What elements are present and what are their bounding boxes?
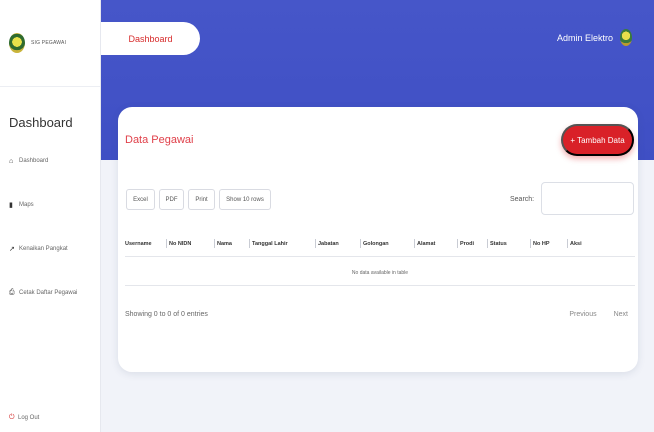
- pagination: Previous Next: [569, 311, 628, 318]
- print-icon: ⎙: [9, 289, 15, 296]
- show-rows-button[interactable]: Show 10 rows: [219, 189, 271, 210]
- brand[interactable]: SIG PEGAWAI: [0, 0, 100, 87]
- column-header-tanggal-lahir[interactable]: Tanggal Lahir: [252, 239, 318, 248]
- column-header-username[interactable]: Username: [125, 239, 169, 248]
- card-title: Data Pegawai: [125, 134, 194, 146]
- sidebar-item-label: Cetak Daftar Pegawai: [19, 290, 78, 296]
- column-header-golongan[interactable]: Golongan: [363, 239, 417, 248]
- sidebar-item-maps[interactable]: ▮ Maps: [0, 199, 100, 211]
- table-empty-row: No data available in table: [125, 260, 635, 286]
- sidebar-title: Dashboard: [9, 115, 73, 130]
- home-icon: ⌂: [9, 157, 14, 165]
- brand-logo-icon: [9, 33, 25, 53]
- sidebar-item-dashboard[interactable]: ⌂ Dashboard: [0, 155, 100, 167]
- user-menu[interactable]: Admin Elektro: [557, 29, 632, 46]
- next-button[interactable]: Next: [614, 311, 628, 318]
- column-header-no-hp[interactable]: No HP: [533, 239, 570, 248]
- sidebar-item-label: Maps: [19, 202, 34, 208]
- sidebar-item-cetak-daftar-pegawai[interactable]: ⎙ Cetak Daftar Pegawai: [0, 287, 100, 299]
- pdf-button[interactable]: PDF: [159, 189, 184, 210]
- previous-button[interactable]: Previous: [569, 311, 596, 318]
- column-header-nama[interactable]: Nama: [217, 239, 252, 248]
- column-header-jabatan[interactable]: Jabatan: [318, 239, 363, 248]
- column-header-aksi[interactable]: Aksi: [570, 241, 592, 247]
- column-header-alamat[interactable]: Alamat: [417, 239, 460, 248]
- sidebar-item-label: Dashboard: [19, 158, 49, 164]
- search-label: Search:: [510, 196, 535, 203]
- logout-label: Log Out: [18, 415, 40, 421]
- table-header: Username No NIDN Nama Tanggal Lahir Jaba…: [125, 232, 635, 257]
- logout-link[interactable]: ⏻ Log Out: [9, 414, 39, 422]
- export-toolbar: Excel PDF Print Show 10 rows: [126, 189, 271, 210]
- sidebar-item-kenaikan-pangkat[interactable]: ↗ Kenaikan Pangkat: [0, 243, 100, 255]
- user-name: Admin Elektro: [556, 32, 613, 43]
- brand-name: SIG PEGAWAI: [31, 40, 67, 46]
- column-header-status[interactable]: Status: [490, 239, 533, 248]
- excel-button[interactable]: Excel: [126, 189, 155, 210]
- column-header-prodi[interactable]: Prodi: [460, 239, 490, 248]
- column-header-nidn[interactable]: No NIDN: [169, 239, 217, 248]
- tab-dashboard[interactable]: Dashboard: [101, 22, 200, 55]
- print-button[interactable]: Print: [188, 189, 215, 210]
- chart-icon: ↗: [9, 246, 15, 253]
- table-info: Showing 0 to 0 of 0 entries: [125, 311, 208, 318]
- data-pegawai-card: Data Pegawai + Tambah Data Excel PDF Pri…: [118, 107, 638, 372]
- map-icon: ▮: [9, 202, 13, 209]
- user-avatar-icon: [620, 29, 632, 46]
- sidebar-item-label: Kenaikan Pangkat: [19, 246, 68, 252]
- search-input[interactable]: [541, 182, 634, 215]
- power-icon: ⏻: [9, 414, 15, 421]
- add-data-button[interactable]: + Tambah Data: [561, 124, 634, 156]
- sidebar: SIG PEGAWAI Dashboard ⌂ Dashboard ▮ Maps…: [0, 0, 101, 432]
